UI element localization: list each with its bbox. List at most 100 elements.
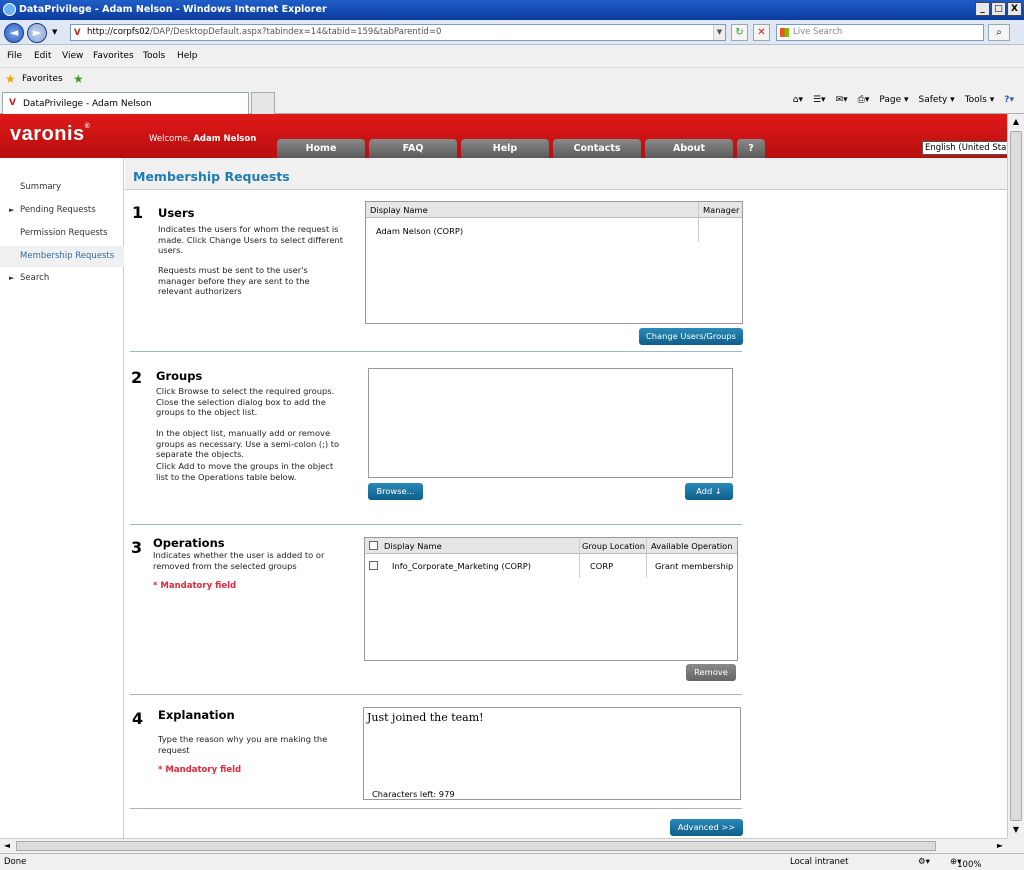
column-group-location: Group Location (582, 541, 645, 551)
explanation-textarea[interactable]: Just joined the team! (363, 707, 741, 789)
close-button[interactable]: X (1007, 2, 1022, 16)
add-button[interactable]: Add ↓ (685, 483, 733, 500)
safety-menu[interactable]: Safety ▾ (919, 95, 955, 105)
menu-tools[interactable]: Tools (143, 51, 165, 61)
groups-object-list[interactable] (368, 368, 733, 478)
menu-file[interactable]: File (7, 51, 22, 61)
characters-left: Characters left: 979 (372, 789, 455, 799)
chars-left-bar: Characters left: 979 (363, 788, 741, 800)
scroll-thumb[interactable] (16, 841, 936, 851)
browser-tab[interactable]: V DataPrivilege - Adam Nelson (2, 92, 249, 114)
help-icon[interactable]: ?▾ (1004, 95, 1014, 105)
menu-bar: File Edit View Favorites Tools Help (0, 46, 1024, 66)
menu-view[interactable]: View (62, 51, 83, 61)
address-dropdown-icon[interactable]: ▼ (713, 25, 725, 40)
section-divider (130, 808, 742, 809)
table-header: Display Name Manager (366, 202, 742, 218)
section-title-groups: Groups (156, 369, 203, 383)
section-number: 2 (131, 368, 143, 387)
tab-bar: V DataPrivilege - Adam Nelson ⌂▾ ☰▾ ✉▾ ⎙… (0, 91, 1024, 114)
history-dropdown-icon[interactable]: ▼ (52, 28, 57, 36)
favorites-button[interactable]: Favorites (22, 74, 63, 84)
mail-icon[interactable]: ✉▾ (836, 95, 848, 105)
search-button[interactable]: ⌕ (988, 24, 1010, 41)
maximize-button[interactable]: □ (991, 2, 1006, 16)
explanation-description: Type the reason why you are making the r… (158, 734, 328, 755)
home-icon[interactable]: ⌂▾ (793, 95, 803, 105)
nav-home[interactable]: Home (277, 139, 365, 158)
status-text: Done (4, 857, 27, 867)
window-titlebar: DataPrivilege - Adam Nelson - Windows In… (0, 0, 1024, 20)
address-field[interactable]: V http://corpfs02/DAP/DesktopDefault.asp… (70, 24, 726, 41)
section-number: 3 (131, 538, 143, 557)
browse-button[interactable]: Browse... (368, 483, 423, 500)
nav-help-icon[interactable]: ? (737, 139, 765, 158)
users-note: Requests must be sent to the user's mana… (158, 265, 310, 296)
new-tab-button[interactable] (251, 92, 275, 114)
change-users-groups-button[interactable]: Change Users/Groups (639, 328, 743, 345)
scroll-corner (1007, 838, 1024, 853)
down-arrow-icon: ↓ (714, 486, 722, 496)
page-menu[interactable]: Page ▾ (879, 95, 908, 105)
row-group-location: CORP (590, 561, 614, 571)
back-button[interactable]: ◄ (4, 23, 24, 43)
nav-faq[interactable]: FAQ (369, 139, 457, 158)
select-all-checkbox[interactable] (369, 541, 378, 550)
scroll-right-icon[interactable]: ► (993, 839, 1007, 853)
language-select[interactable]: English (United States) (922, 141, 1007, 155)
nav-about[interactable]: About (645, 139, 733, 158)
scroll-left-icon[interactable]: ◄ (0, 839, 14, 853)
operations-table: Display Name Group Location Available Op… (364, 537, 738, 661)
operations-description: Indicates whether the user is added to o… (153, 550, 325, 571)
refresh-button[interactable]: ↻ (731, 24, 748, 41)
row-checkbox[interactable] (369, 561, 378, 570)
column-display-name: Display Name (370, 205, 428, 215)
section-number: 4 (132, 709, 144, 728)
print-icon[interactable]: ⎙▾ (858, 95, 870, 105)
add-favorite-icon[interactable]: ★ (73, 72, 84, 86)
search-input[interactable]: Live Search (776, 24, 984, 41)
minimize-button[interactable]: _ (975, 2, 990, 16)
status-bar: Done Local intranet ⚙▾ ⊕ 100% ▾ (0, 853, 1024, 870)
section-number: 1 (132, 203, 144, 222)
nav-contacts[interactable]: Contacts (553, 139, 641, 158)
tab-favicon-icon: V (9, 98, 16, 108)
menu-favorites[interactable]: Favorites (93, 51, 134, 61)
page-title: Membership Requests (133, 169, 290, 184)
expand-arrow-icon: ► (9, 274, 15, 282)
scroll-down-icon[interactable]: ▼ (1008, 822, 1024, 838)
sidebar-item-pending-requests[interactable]: ► Pending Requests (0, 200, 124, 221)
ie-logo-icon (3, 3, 16, 16)
nav-help[interactable]: Help (461, 139, 549, 158)
live-search-icon (780, 28, 789, 37)
column-divider (698, 202, 699, 242)
expand-arrow-icon: ► (9, 206, 15, 214)
protected-mode-icon[interactable]: ⚙▾ (918, 857, 930, 867)
stop-button[interactable]: ✕ (753, 24, 770, 41)
horizontal-scrollbar[interactable]: ◄ ► (0, 838, 1007, 853)
tools-menu[interactable]: Tools ▾ (965, 95, 995, 105)
address-path: /DAP/DesktopDefault.aspx?tabindex=14&tab… (150, 27, 442, 37)
address-host: http://corpfs02 (87, 27, 151, 37)
zoom-level[interactable]: ⊕ 100% ▾ (950, 857, 981, 870)
table-row[interactable]: Adam Nelson (CORP) (376, 226, 463, 236)
sidebar-item-summary[interactable]: Summary (0, 177, 124, 198)
favorites-star-icon[interactable]: ★ (5, 72, 16, 86)
vertical-scrollbar[interactable]: ▲ ▼ (1007, 114, 1024, 838)
users-description: Indicates the users for whom the request… (158, 224, 343, 255)
forward-button[interactable]: ► (27, 23, 47, 43)
feeds-icon[interactable]: ☰▾ (813, 95, 826, 105)
sidebar-item-search[interactable]: ► Search (0, 268, 124, 289)
sidebar-item-membership-requests[interactable]: Membership Requests (0, 246, 124, 267)
column-divider (646, 538, 647, 578)
row-available-operation: Grant membership (655, 561, 734, 571)
scroll-thumb[interactable] (1010, 131, 1022, 821)
remove-button[interactable]: Remove (686, 664, 736, 681)
security-zone: Local intranet (790, 857, 849, 867)
menu-edit[interactable]: Edit (34, 51, 51, 61)
scroll-up-icon[interactable]: ▲ (1008, 114, 1024, 130)
advanced-button[interactable]: Advanced >> (670, 819, 743, 836)
sidebar-item-permission-requests[interactable]: Permission Requests (0, 223, 124, 244)
menu-help[interactable]: Help (177, 51, 198, 61)
tab-title: DataPrivilege - Adam Nelson (23, 99, 152, 109)
